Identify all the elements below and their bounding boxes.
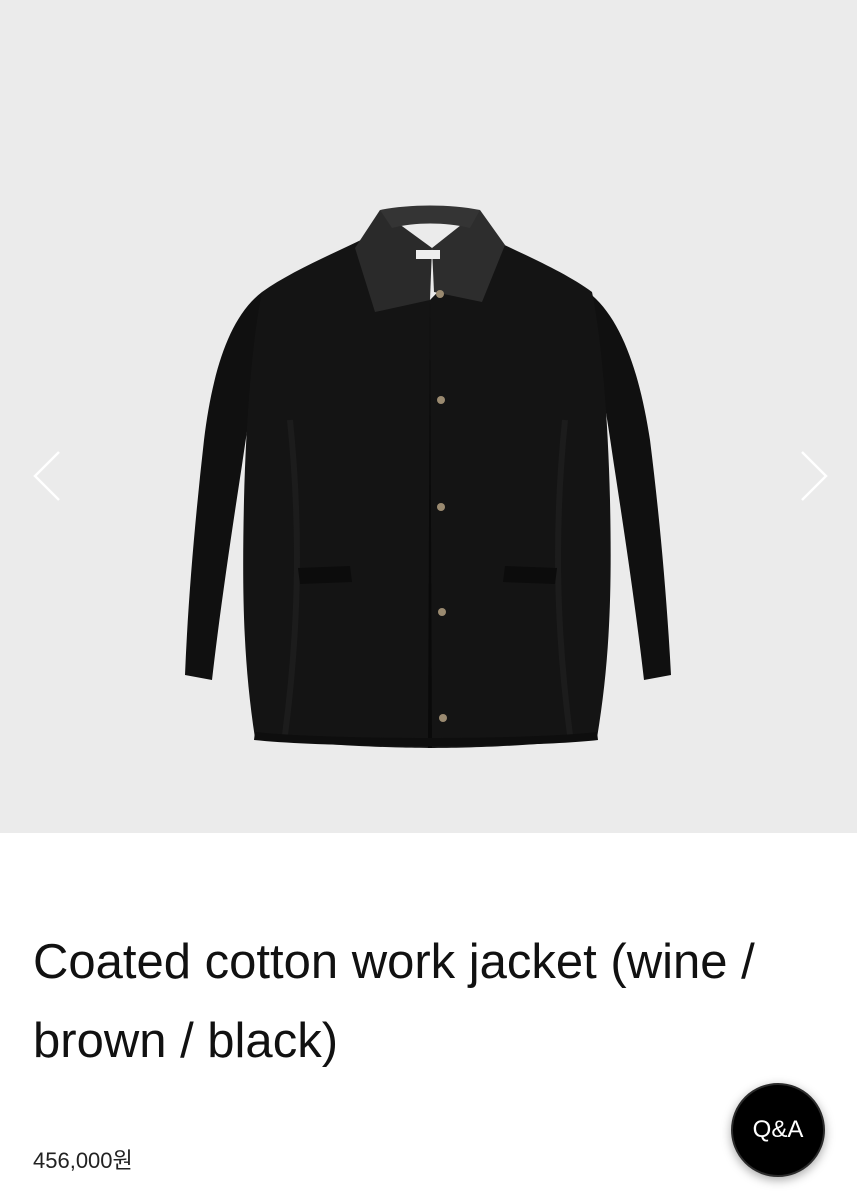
snap-button [437, 503, 445, 511]
pocket-flap-right [503, 566, 557, 584]
snap-button [436, 290, 444, 298]
snap-button [437, 396, 445, 404]
product-image-gallery[interactable] [0, 0, 857, 833]
pocket-flap-left [298, 566, 352, 584]
qa-button[interactable]: Q&A [731, 1083, 825, 1177]
snap-button [439, 714, 447, 722]
jacket-tag [416, 250, 440, 259]
product-page: Coated cotton work jacket (wine / brown … [0, 0, 857, 1200]
product-image [185, 205, 671, 748]
chevron-right-icon [801, 451, 828, 501]
product-title: Coated cotton work jacket (wine / brown … [33, 935, 755, 1068]
next-image-button[interactable] [795, 440, 835, 512]
snap-button [438, 608, 446, 616]
previous-image-button[interactable] [26, 440, 66, 512]
product-price: 456,000원 [33, 1148, 133, 1173]
product-info: Coated cotton work jacket (wine / brown … [0, 833, 857, 1200]
chevron-left-icon [33, 451, 60, 501]
